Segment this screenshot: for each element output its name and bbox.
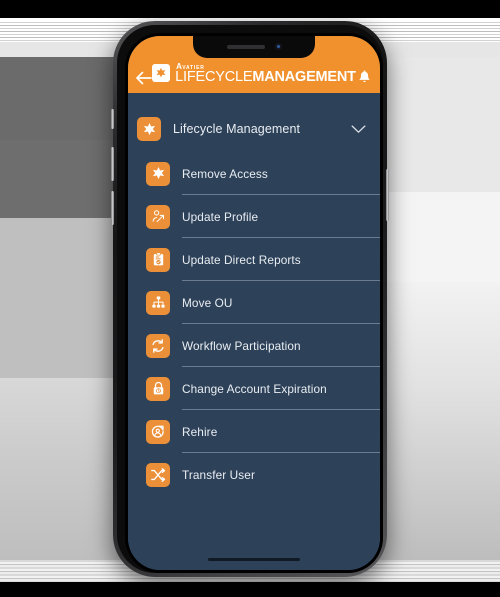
menu-item-update-profile[interactable]: Update Profile	[128, 195, 380, 238]
menu-item-workflow-participation[interactable]: Workflow Participation	[128, 324, 380, 367]
home-indicator[interactable]	[208, 558, 300, 561]
menu-group-title: Lifecycle Management	[173, 122, 301, 136]
power-button[interactable]	[386, 169, 389, 221]
menu-item-label: Update Direct Reports	[182, 252, 301, 267]
brand-logo: A VATIER LIFECYCLEMANAGEMENT	[152, 62, 356, 85]
user-edit-icon	[146, 204, 170, 229]
menu-item-move-ou[interactable]: Move OU	[128, 281, 380, 324]
menu-item-remove-access[interactable]: Remove Access	[128, 152, 380, 195]
refresh-cycle-icon	[146, 333, 170, 358]
screenshot-stage: A VATIER LIFECYCLEMANAGEMENT Lifecycle M…	[0, 0, 500, 597]
device-notch	[193, 36, 315, 58]
menu-group-lifecycle-management[interactable]: Lifecycle Management	[128, 106, 380, 152]
rehire-refresh-icon	[146, 419, 170, 444]
brand-main-bold: MANAGEMENT	[252, 68, 356, 85]
chevron-down-icon[interactable]	[351, 124, 366, 134]
front-camera-icon	[275, 43, 282, 50]
speaker-grille-icon	[227, 45, 265, 49]
phone-screen: A VATIER LIFECYCLEMANAGEMENT Lifecycle M…	[128, 36, 380, 570]
shuffle-arrows-icon	[146, 462, 170, 487]
avatier-star-logo-icon	[152, 64, 171, 83]
brand-main-light: LIFECYCLE	[175, 68, 253, 85]
back-arrow-icon[interactable]	[134, 71, 152, 85]
menu-item-label: Transfer User	[182, 467, 255, 482]
phone-device-frame: A VATIER LIFECYCLEMANAGEMENT Lifecycle M…	[111, 21, 389, 577]
phone-bezel: A VATIER LIFECYCLEMANAGEMENT Lifecycle M…	[125, 33, 383, 573]
lock-clock-icon	[146, 376, 170, 401]
org-chart-icon	[146, 290, 170, 315]
clipboard-user-icon	[146, 247, 170, 272]
brand-product-name: LIFECYCLEMANAGEMENT	[175, 68, 356, 85]
menu-item-label: Workflow Participation	[182, 338, 301, 353]
bell-icon[interactable]	[356, 70, 374, 85]
menu-item-label: Change Account Expiration	[182, 381, 327, 396]
menu-item-rehire[interactable]: Rehire	[128, 410, 380, 453]
volume-down-button[interactable]	[111, 191, 114, 225]
menu-item-label: Remove Access	[182, 166, 268, 181]
menu-item-update-direct-reports[interactable]: Update Direct Reports	[128, 238, 380, 281]
star-badge-icon	[146, 161, 170, 186]
star-badge-icon	[137, 117, 161, 141]
brand-text-block: A VATIER LIFECYCLEMANAGEMENT	[175, 62, 356, 85]
menu-item-change-account-expiration[interactable]: Change Account Expiration	[128, 367, 380, 410]
menu-item-label: Rehire	[182, 424, 218, 439]
menu-item-transfer-user[interactable]: Transfer User	[128, 453, 380, 496]
lifecycle-menu-panel: Lifecycle Management Remove Access Updat…	[128, 93, 380, 570]
mute-switch[interactable]	[111, 109, 114, 129]
background-band-bottom-black	[0, 582, 500, 597]
menu-item-label: Move OU	[182, 295, 233, 310]
volume-up-button[interactable]	[111, 147, 114, 181]
phone-inner-frame: A VATIER LIFECYCLEMANAGEMENT Lifecycle M…	[117, 25, 383, 573]
menu-item-label: Update Profile	[182, 209, 259, 224]
